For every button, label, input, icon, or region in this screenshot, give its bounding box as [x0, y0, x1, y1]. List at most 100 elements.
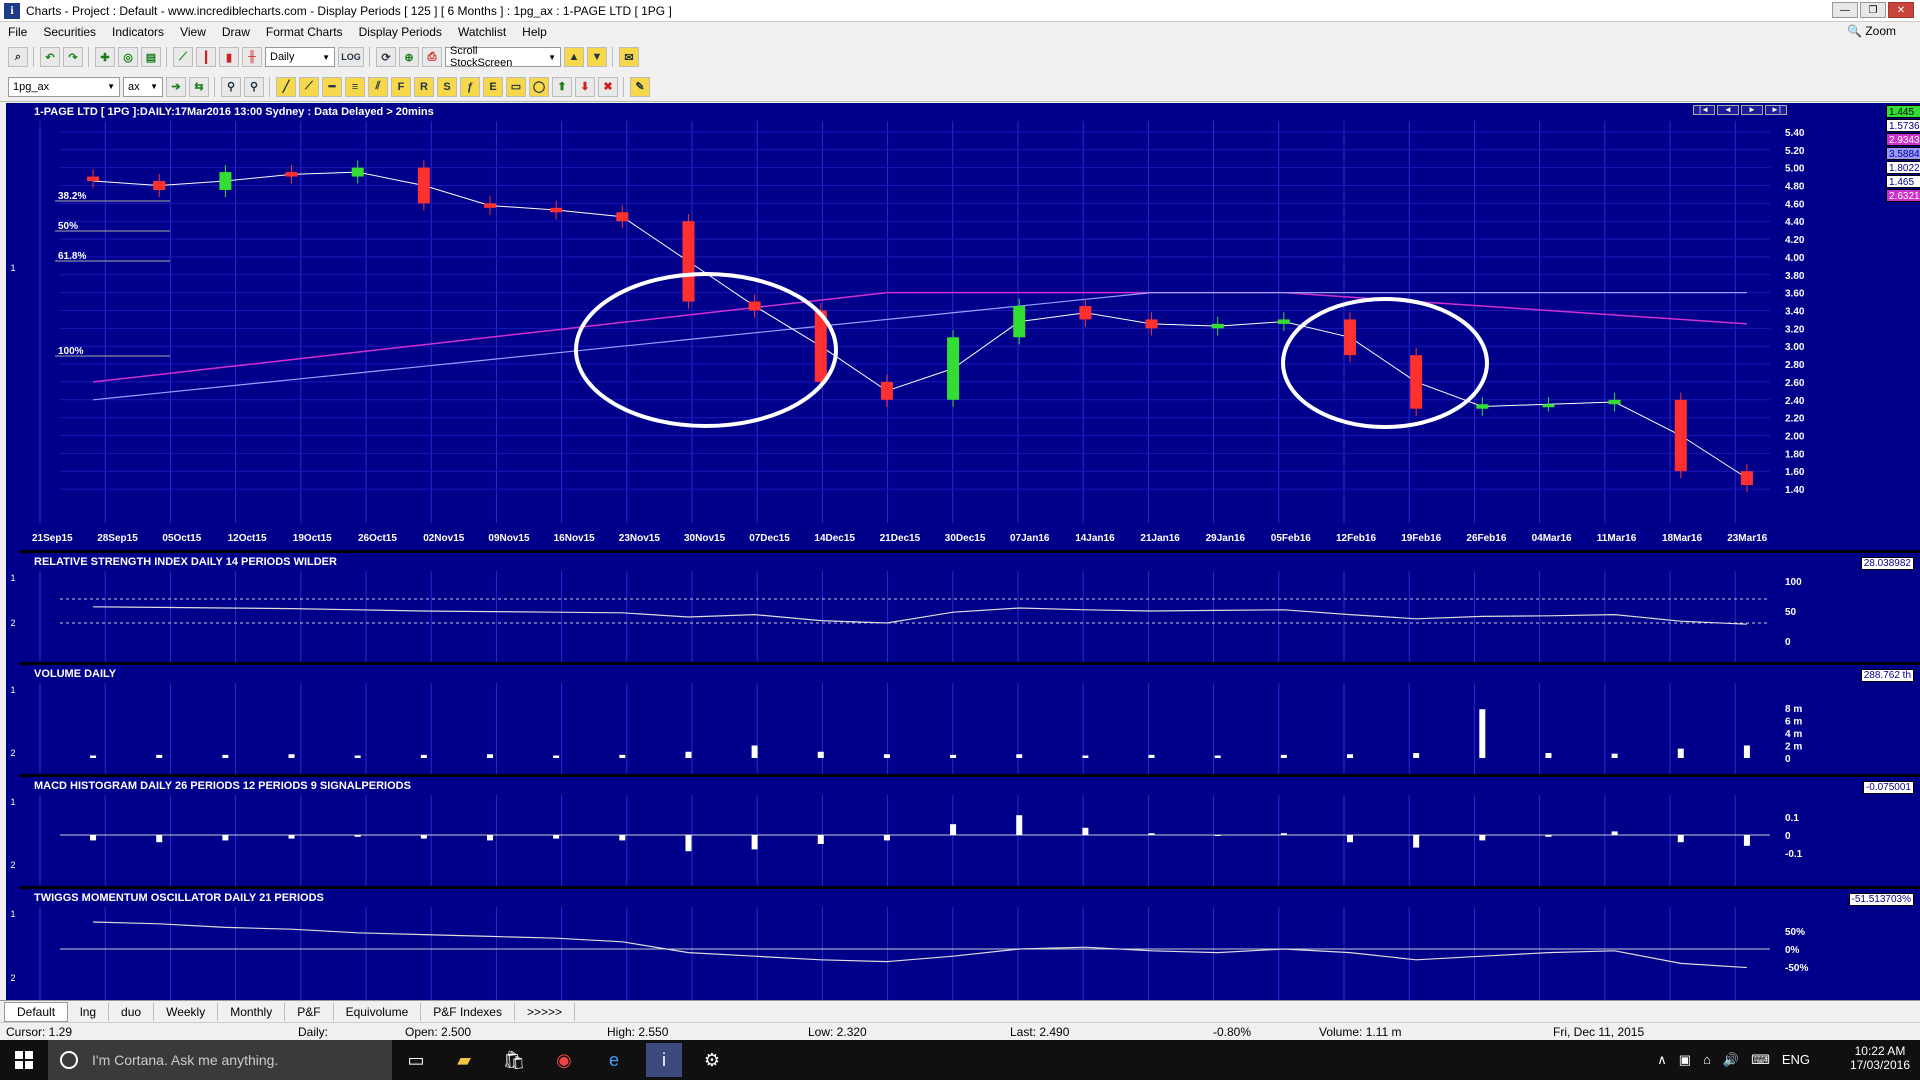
speed-line-icon[interactable]: S [437, 76, 457, 97]
ellipse-tool-icon[interactable]: ◯ [529, 76, 549, 97]
menu-watchlist[interactable]: Watchlist [450, 25, 514, 39]
menu-indicators[interactable]: Indicators [104, 25, 172, 39]
status-last: Last: 2.490 [1010, 1025, 1070, 1039]
chart-area[interactable]: 1-PAGE LTD [ 1PG ]:DAILY:17Mar2016 13:00… [6, 103, 1920, 1000]
ohlc-icon[interactable]: ╫ [242, 47, 262, 67]
line-chart-icon[interactable]: ⟋ [173, 47, 193, 67]
scroll-select[interactable]: Scroll StockScreen ▼ [445, 45, 561, 69]
ie-icon[interactable]: e [600, 1046, 628, 1074]
period-select[interactable]: Daily ▼ [265, 47, 335, 67]
menu-draw[interactable]: Draw [214, 25, 258, 39]
add-icon[interactable]: ⊕ [399, 47, 419, 67]
macd-bar [817, 835, 824, 844]
retracement-icon[interactable]: R [414, 76, 434, 97]
cortana-search[interactable]: I'm Cortana. Ask me anything. [48, 1040, 392, 1080]
close-button[interactable]: ✕ [1888, 2, 1914, 18]
delete-drawing-icon[interactable]: ✖ [598, 76, 618, 97]
channel-icon[interactable]: ⫽ [368, 76, 388, 97]
language-indicator[interactable]: ENG [1782, 1052, 1810, 1068]
tab-lng[interactable]: lng [68, 1002, 110, 1021]
menu-securities[interactable]: Securities [35, 25, 104, 39]
volume-bar [817, 751, 824, 758]
zoom-button[interactable]: 🔍 Zoom [1847, 24, 1896, 38]
trendline-icon[interactable]: ╱ [276, 76, 296, 97]
tab-monthly[interactable]: Monthly [218, 1002, 286, 1021]
store-icon[interactable]: 🛍 [500, 1046, 528, 1074]
macd-bar [354, 835, 361, 837]
price-tick-label: 2.80 [1785, 360, 1805, 371]
fib-ext-icon[interactable]: E [483, 76, 503, 97]
chart-setup-icon[interactable]: ▤ [141, 47, 161, 67]
bar-chart-icon[interactable]: ┃ [196, 47, 216, 67]
tab-pf-indexes[interactable]: P&F Indexes [421, 1002, 515, 1021]
binoculars-icon[interactable]: ⚲ [221, 76, 241, 97]
tab-equivolume[interactable]: Equivolume [334, 1002, 422, 1021]
redo-icon[interactable]: ↷ [63, 47, 83, 67]
ray-icon[interactable]: ⟋ [299, 76, 319, 97]
log-scale-button[interactable]: LOG [338, 47, 364, 67]
magic-wand-icon[interactable]: ✎ [630, 76, 650, 97]
fibonacci-icon[interactable]: F [391, 76, 411, 97]
target-icon[interactable]: ◎ [118, 47, 138, 67]
maximize-button[interactable]: ❐ [1860, 2, 1886, 18]
fib-label: 50% [58, 221, 78, 232]
clock[interactable]: 10:22 AM 17/03/2016 [1850, 1044, 1910, 1072]
tab-weekly[interactable]: Weekly [154, 1002, 219, 1021]
twiggs-panel[interactable]: TWIGGS MOMENTUM OSCILLATOR DAILY 21 PERI… [20, 889, 1920, 1000]
menu-view[interactable]: View [172, 25, 214, 39]
exchange-select[interactable]: ax ▼ [123, 76, 163, 97]
candle-chart-icon[interactable]: ▮ [219, 47, 239, 67]
mail-icon[interactable]: ✉ [619, 47, 639, 67]
tab-duo[interactable]: duo [109, 1002, 155, 1021]
volume-bar [156, 754, 163, 758]
parallel-icon[interactable]: ≡ [345, 76, 365, 97]
network-icon[interactable]: ⌂ [1703, 1052, 1711, 1068]
windows-start-icon[interactable] [0, 1040, 48, 1080]
volume-icon[interactable]: 🔊 [1723, 1052, 1739, 1068]
chrome-icon[interactable]: ◉ [550, 1046, 578, 1074]
arrow-up-icon[interactable]: ▲ [564, 47, 584, 67]
price-tick-label: 2.20 [1785, 414, 1805, 425]
task-view-icon[interactable]: ▭ [402, 1046, 430, 1074]
candle [682, 221, 695, 302]
cycle-icon[interactable]: ⇆ [189, 76, 209, 97]
menu-display-periods[interactable]: Display Periods [351, 25, 450, 39]
display-icon[interactable]: ▣ [1679, 1052, 1691, 1068]
date-tick-label: 23Nov15 [619, 533, 661, 544]
search-icon[interactable]: ⌕ [8, 47, 28, 67]
refresh-icon[interactable]: ⟳ [376, 47, 396, 67]
keyboard-icon[interactable]: ⌨ [1751, 1052, 1770, 1068]
sell-arrow-icon[interactable]: ⬇ [575, 76, 595, 97]
price-panel[interactable]: 1-PAGE LTD [ 1PG ]:DAILY:17Mar2016 13:00… [20, 103, 1920, 550]
tab-pf[interactable]: P&F [285, 1002, 334, 1021]
volume-panel[interactable]: VOLUME DAILY 288.762 th 8 m6 m4 m2 m0 [20, 665, 1920, 774]
rsi-panel[interactable]: RELATIVE STRENGTH INDEX DAILY 14 PERIODS… [20, 553, 1920, 662]
date-tick-label: 26Oct15 [358, 533, 397, 544]
horizontal-line-icon[interactable]: ━ [322, 76, 342, 97]
date-tick-label: 07Jan16 [1010, 533, 1050, 544]
undo-icon[interactable]: ↶ [40, 47, 60, 67]
settings-icon[interactable]: ⚙ [698, 1046, 726, 1074]
text-box-icon[interactable]: ▭ [506, 76, 526, 97]
menu-format-charts[interactable]: Format Charts [258, 25, 351, 39]
tab-default[interactable]: Default [4, 1001, 69, 1022]
price-tick-label: 4.80 [1785, 182, 1805, 193]
go-icon[interactable]: ➔ [166, 76, 186, 97]
volume-bar [553, 755, 560, 758]
minimize-button[interactable]: — [1832, 2, 1858, 18]
buy-arrow-icon[interactable]: ⬆ [552, 76, 572, 97]
chevron-up-icon[interactable]: ∧ [1657, 1052, 1667, 1068]
tab-more[interactable]: >>>>> [515, 1002, 576, 1021]
macd-panel[interactable]: MACD HISTOGRAM DAILY 26 PERIODS 12 PERIO… [20, 777, 1920, 886]
file-explorer-icon[interactable]: ▰ [450, 1046, 478, 1074]
legend-value: 1.445 [1886, 105, 1920, 118]
print-icon[interactable]: ⎙ [422, 47, 442, 67]
fan-icon[interactable]: ƒ [460, 76, 480, 97]
menu-help[interactable]: Help [514, 25, 555, 39]
symbol-select[interactable]: 1pg_ax ▼ [8, 76, 120, 97]
menu-file[interactable]: File [0, 25, 35, 39]
crosshair-icon[interactable]: ✚ [95, 47, 115, 67]
arrow-down-icon[interactable]: ▼ [587, 47, 607, 67]
binoculars-alt-icon[interactable]: ⚲ [244, 76, 264, 97]
incredible-charts-icon[interactable]: i [646, 1043, 682, 1077]
